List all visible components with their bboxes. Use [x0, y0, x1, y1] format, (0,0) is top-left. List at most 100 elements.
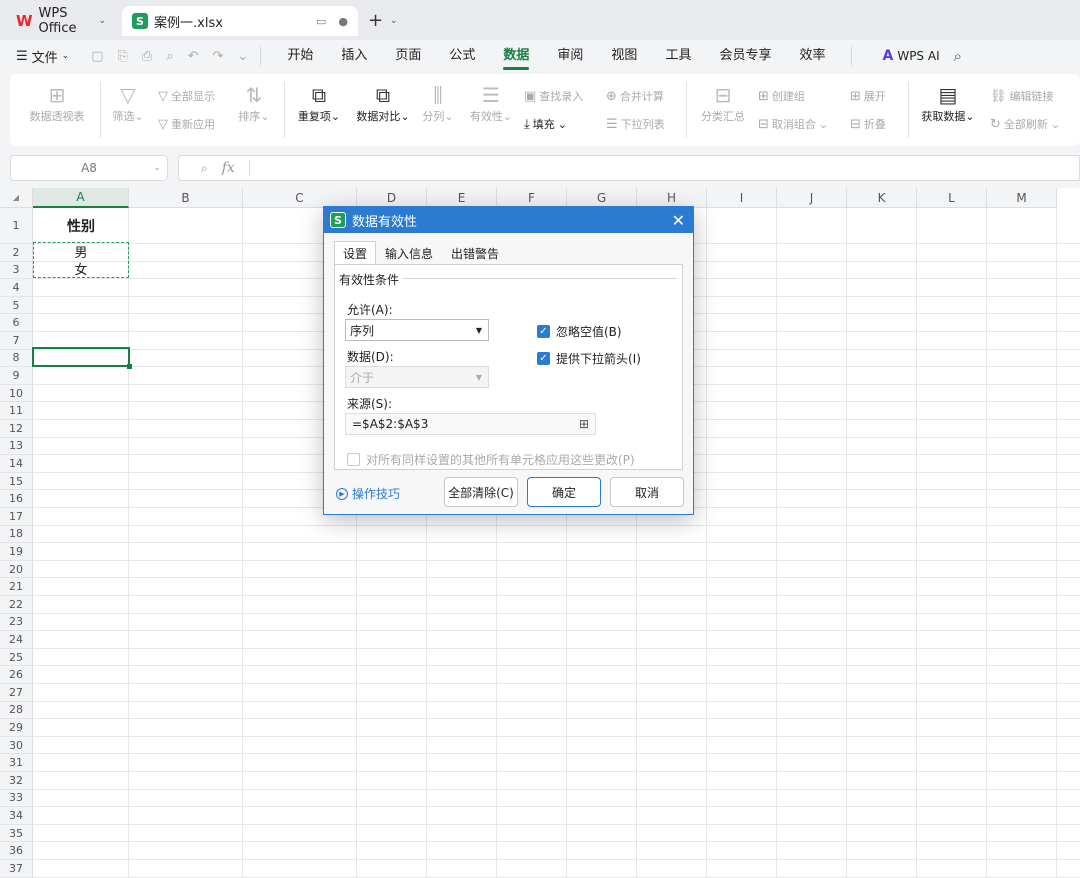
split-column-button[interactable]: ⫼ 分列⌄: [420, 82, 456, 124]
zoom-icon[interactable]: ⌕: [201, 161, 208, 176]
row-header-16[interactable]: 16: [0, 490, 33, 508]
ignore-blank-checkbox[interactable]: ✓ 忽略空值(B): [537, 323, 622, 340]
search-icon[interactable]: ⌕: [954, 47, 962, 65]
fx-icon[interactable]: fx: [222, 160, 235, 176]
menu-item-data[interactable]: 数据: [489, 40, 543, 72]
dropdown-list-button[interactable]: ☰ 下拉列表: [606, 116, 665, 132]
file-menu[interactable]: ☰ 文件 ⌄: [16, 47, 69, 66]
column-header-b[interactable]: B: [129, 188, 243, 208]
close-icon[interactable]: ✕: [672, 211, 685, 230]
dot-icon[interactable]: ●: [338, 15, 348, 28]
reapply-button[interactable]: ▽ 重新应用: [158, 116, 215, 132]
menu-item-formula[interactable]: 公式: [435, 40, 489, 72]
chevron-down-icon[interactable]: ⌄: [390, 16, 398, 26]
row-header-28[interactable]: 28: [0, 701, 33, 720]
cancel-button[interactable]: 取消: [610, 477, 684, 507]
column-header-l[interactable]: L: [917, 188, 987, 208]
column-header-m[interactable]: M: [987, 188, 1057, 208]
data-compare-button[interactable]: ⧉ 数据对比⌄: [352, 82, 414, 124]
row-header-17[interactable]: 17: [0, 508, 33, 526]
row-header-37[interactable]: 37: [0, 860, 33, 878]
row-header-10[interactable]: 10: [0, 384, 33, 403]
row-header-9[interactable]: 9: [0, 367, 33, 385]
row-header-27[interactable]: 27: [0, 684, 33, 702]
column-header-a[interactable]: A: [33, 188, 129, 208]
column-header-h[interactable]: H: [637, 188, 707, 208]
save-icon[interactable]: ▢: [91, 49, 103, 64]
row-header-6[interactable]: 6: [0, 314, 33, 332]
print-icon[interactable]: ⎙: [142, 49, 152, 64]
menu-item-home[interactable]: 开始: [273, 40, 327, 72]
column-header-j[interactable]: J: [777, 188, 847, 208]
source-input[interactable]: =$A$2:$A$3 ⊞: [345, 413, 596, 435]
menu-item-review[interactable]: 审阅: [543, 40, 597, 72]
merge-calc-button[interactable]: ⊕ 合并计算: [606, 88, 664, 104]
duplicates-button[interactable]: ⧉ 重复项⌄: [294, 82, 344, 124]
row-header-31[interactable]: 31: [0, 754, 33, 772]
tab-error-alert[interactable]: 出错警告: [442, 241, 508, 265]
row-header-11[interactable]: 11: [0, 402, 33, 420]
row-header-3[interactable]: 3: [0, 261, 33, 280]
column-header-i[interactable]: I: [707, 188, 777, 208]
row-header-23[interactable]: 23: [0, 613, 33, 632]
ok-button[interactable]: 确定: [527, 477, 601, 507]
row-header-25[interactable]: 25: [0, 648, 33, 667]
row-header-15[interactable]: 15: [0, 472, 33, 491]
create-group-button[interactable]: ⊞ 创建组: [758, 88, 805, 104]
show-all-button[interactable]: ▽ 全部显示: [158, 88, 215, 104]
column-header-g[interactable]: G: [567, 188, 637, 208]
row-header-4[interactable]: 4: [0, 279, 33, 297]
menu-item-insert[interactable]: 插入: [327, 40, 381, 72]
row-header-1[interactable]: 1: [0, 208, 33, 244]
expand-button[interactable]: ⊞ 展开: [850, 88, 886, 104]
wps-ai-button[interactable]: A WPS AI: [882, 48, 939, 64]
lookup-entry-button[interactable]: ▣ 查找录入: [524, 88, 583, 104]
chevron-down-icon[interactable]: ⌄: [153, 163, 161, 173]
row-header-26[interactable]: 26: [0, 666, 33, 684]
row-header-36[interactable]: 36: [0, 842, 33, 860]
edit-links-button[interactable]: ⛓ 编辑链接: [990, 88, 1054, 104]
menu-item-efficiency[interactable]: 效率: [785, 40, 839, 72]
sort-button[interactable]: ⇅ 排序⌄: [234, 82, 274, 124]
select-all-corner[interactable]: ◢: [0, 188, 33, 208]
name-box[interactable]: A8 ⌄: [10, 155, 168, 181]
row-header-13[interactable]: 13: [0, 437, 33, 456]
row-header-32[interactable]: 32: [0, 772, 33, 790]
new-tab-plus-icon[interactable]: +: [368, 10, 383, 31]
column-header-d[interactable]: D: [357, 188, 427, 208]
row-header-35[interactable]: 35: [0, 824, 33, 843]
fill-button[interactable]: ⤓ 填充 ⌄: [524, 116, 567, 132]
row-header-2[interactable]: 2: [0, 244, 33, 262]
menu-item-tools[interactable]: 工具: [651, 40, 705, 72]
chevron-down-icon[interactable]: ⌄: [237, 49, 248, 64]
active-cell-a8[interactable]: [32, 347, 132, 369]
row-header-14[interactable]: 14: [0, 455, 33, 473]
column-header-k[interactable]: K: [847, 188, 917, 208]
menu-item-member[interactable]: 会员专享: [705, 40, 785, 72]
cell-a1[interactable]: 性别: [33, 208, 129, 244]
allow-select[interactable]: 序列 ▼: [345, 319, 489, 341]
filter-button[interactable]: ▽ 筛选⌄: [108, 82, 148, 124]
row-header-34[interactable]: 34: [0, 807, 33, 825]
get-data-button[interactable]: ▤ 获取数据⌄: [916, 82, 980, 124]
pivot-table-button[interactable]: ⊞ 数据透视表: [24, 82, 90, 124]
column-header-e[interactable]: E: [427, 188, 497, 208]
print-preview-icon[interactable]: ⌕: [166, 49, 173, 64]
monitor-icon[interactable]: ▭: [316, 15, 326, 28]
menu-item-view[interactable]: 视图: [597, 40, 651, 72]
tab-file[interactable]: S 案例一.xlsx ▭ ●: [122, 6, 358, 36]
refresh-all-button[interactable]: ↻ 全部刷新 ⌄: [990, 116, 1060, 132]
dropdown-arrow-checkbox[interactable]: ✓ 提供下拉箭头(I): [537, 350, 641, 367]
tab-settings[interactable]: 设置: [334, 241, 377, 265]
formula-input[interactable]: ⌕ fx: [178, 155, 1080, 181]
dialog-title-bar[interactable]: S 数据有效性 ✕: [324, 207, 693, 233]
range-picker-icon[interactable]: ⊞: [579, 417, 589, 431]
row-header-19[interactable]: 19: [0, 543, 33, 561]
export-icon[interactable]: ⎘: [118, 49, 128, 64]
column-header-c[interactable]: C: [243, 188, 357, 208]
validity-button[interactable]: ☰ 有效性⌄: [466, 82, 516, 124]
row-header-18[interactable]: 18: [0, 525, 33, 544]
undo-icon[interactable]: ↶: [188, 49, 199, 64]
row-header-8[interactable]: 8: [0, 349, 33, 368]
row-header-5[interactable]: 5: [0, 296, 33, 315]
